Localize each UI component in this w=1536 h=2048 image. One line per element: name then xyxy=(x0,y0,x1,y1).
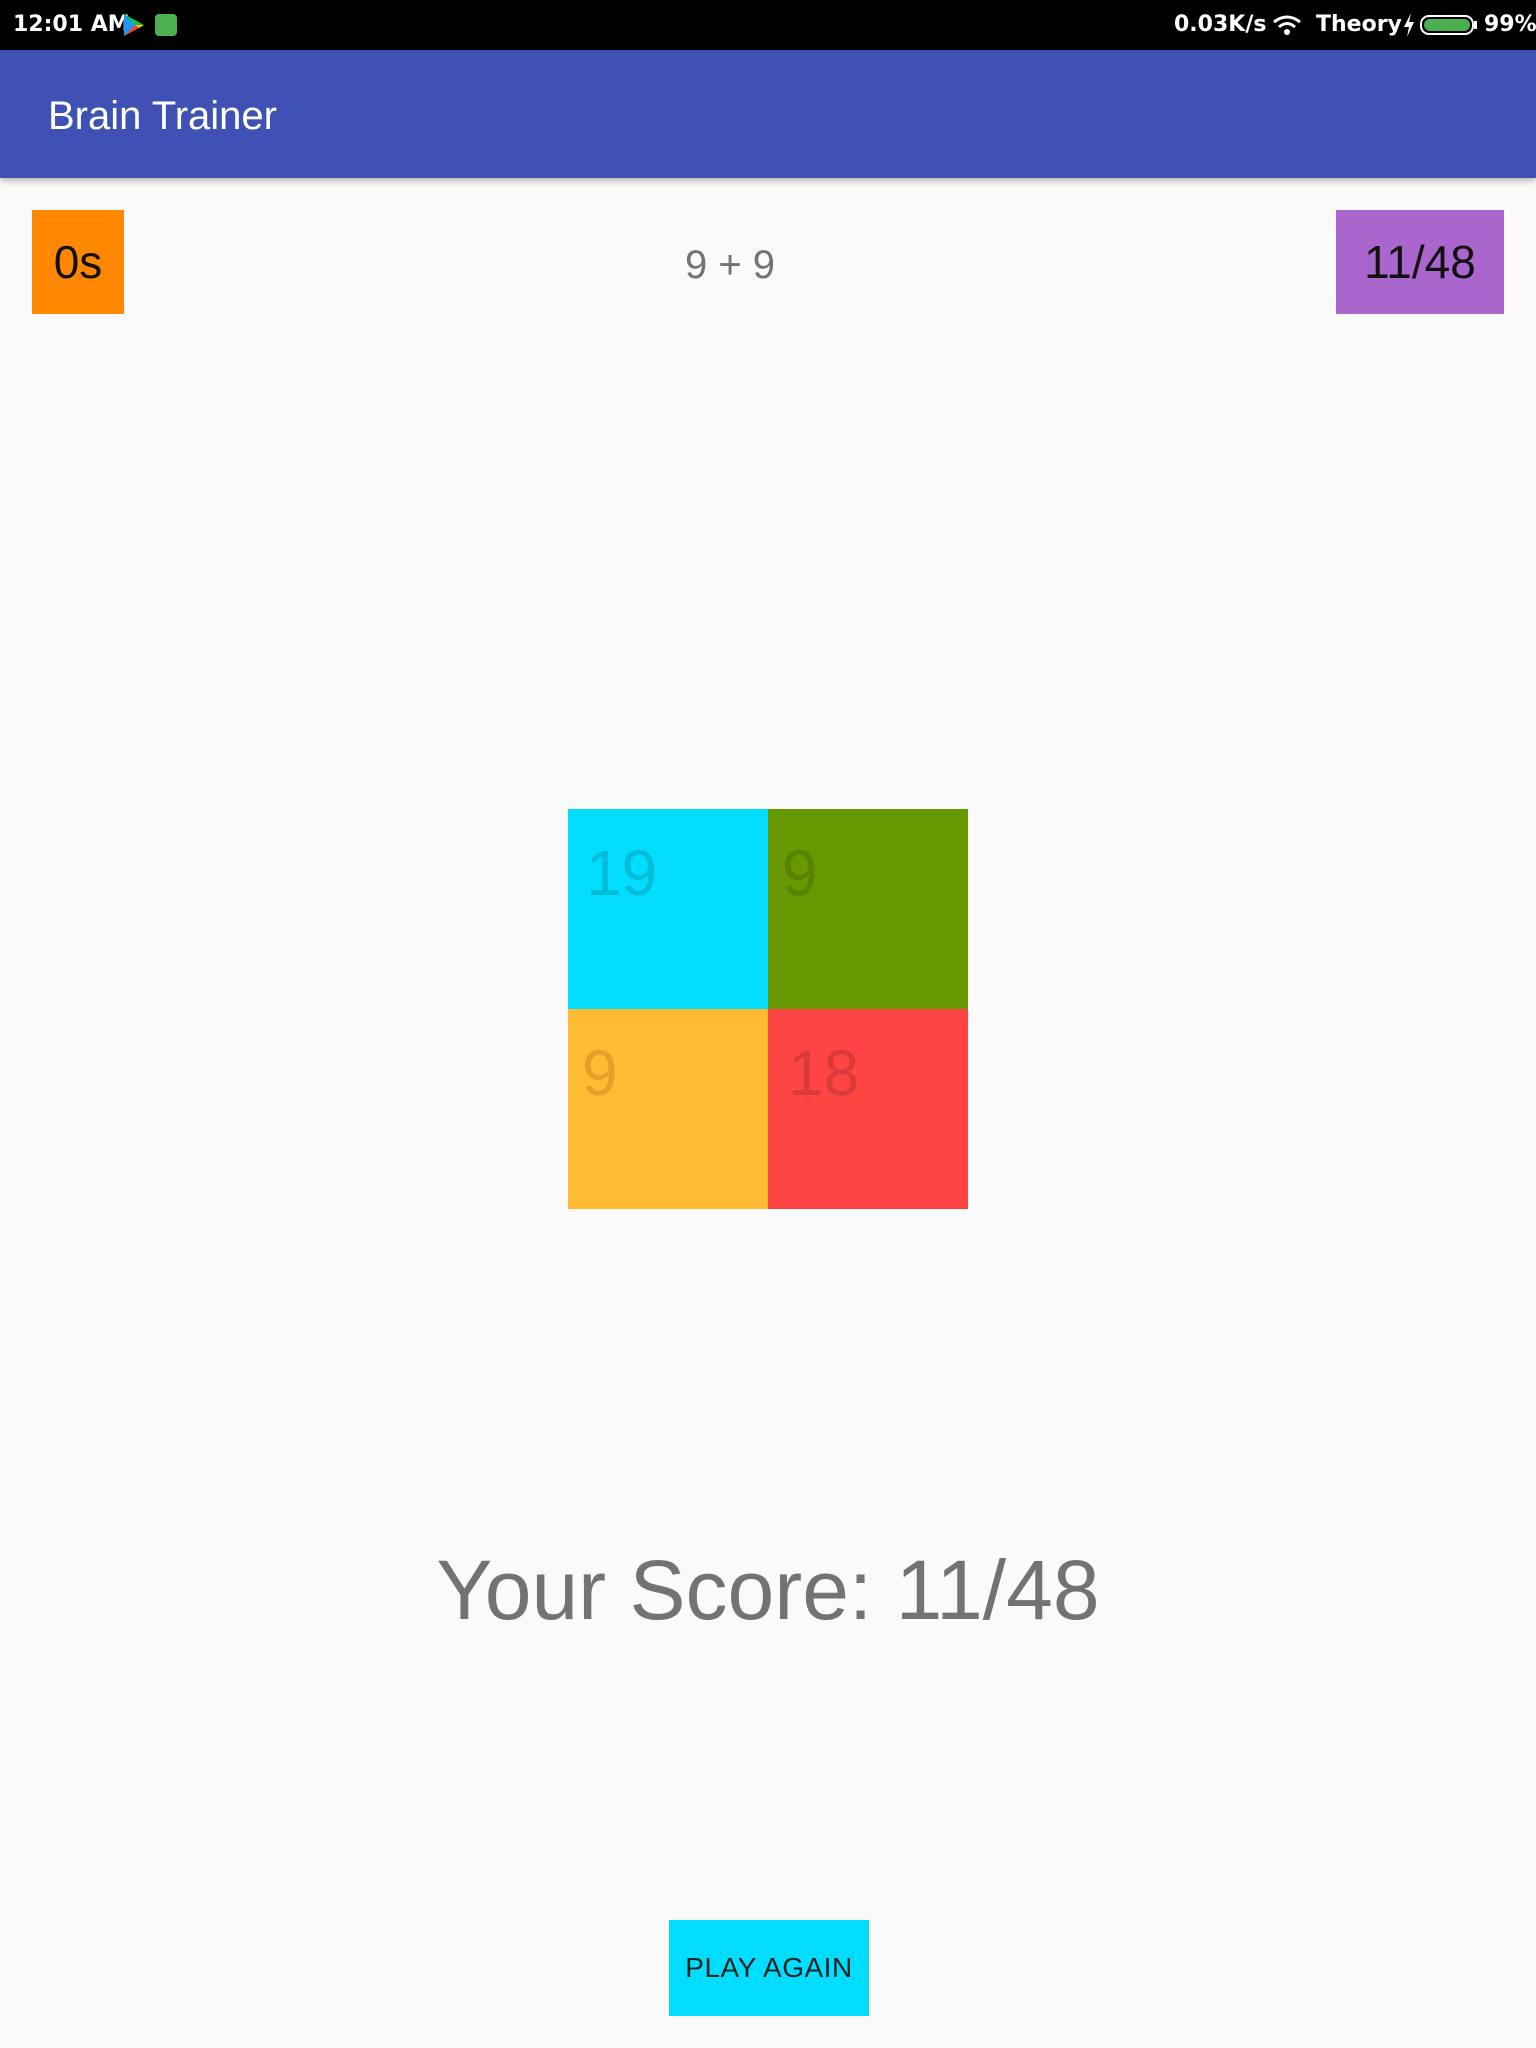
battery-percent: 99% xyxy=(1484,12,1536,37)
answer-button-4[interactable]: 18 xyxy=(768,1009,968,1209)
app-bar: Brain Trainer xyxy=(0,50,1536,178)
question-text: 9 + 9 xyxy=(684,243,776,287)
wifi-icon xyxy=(1273,15,1301,35)
play-again-button[interactable]: PLAY AGAIN xyxy=(669,1920,869,2016)
status-bar: 12:01 AM 0.03K/s Theory 99% xyxy=(0,0,1536,50)
status-time: 12:01 AM xyxy=(13,12,130,37)
answer-grid: 19 9 9 18 xyxy=(568,809,968,1209)
play-store-icon xyxy=(124,14,144,36)
android-icon xyxy=(155,14,177,36)
answer-button-3[interactable]: 9 xyxy=(568,1009,768,1209)
answer-button-1[interactable]: 19 xyxy=(568,809,768,1009)
charging-bolt-icon xyxy=(1404,13,1414,37)
final-score-text: Your Score: 11/48 xyxy=(436,1543,1100,1637)
timer-display: 0s xyxy=(32,210,124,314)
carrier-name: Theory xyxy=(1316,12,1402,37)
answer-button-2[interactable]: 9 xyxy=(768,809,968,1009)
battery-icon xyxy=(1420,15,1477,35)
score-badge: 11/48 xyxy=(1336,210,1504,314)
network-speed: 0.03K/s xyxy=(1174,12,1267,37)
app-title: Brain Trainer xyxy=(48,94,277,138)
